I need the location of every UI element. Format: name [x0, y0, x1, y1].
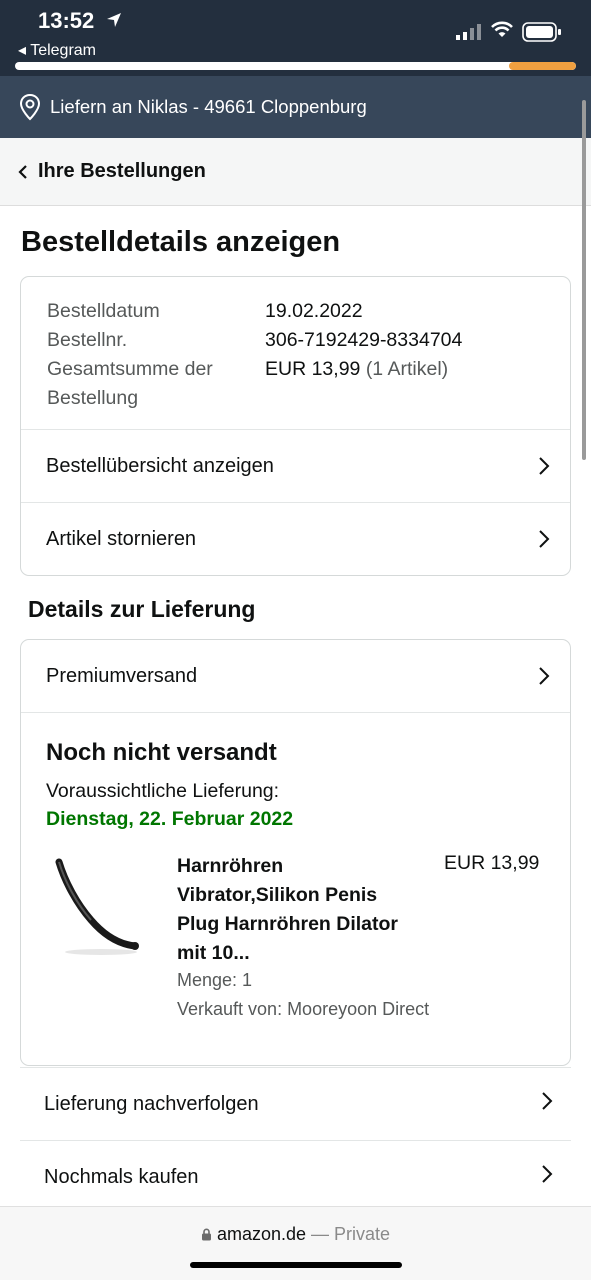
scrollbar[interactable]: [582, 100, 586, 460]
track-package-link[interactable]: Lieferung nachverfolgen: [20, 1067, 571, 1140]
buy-again-label: Nochmals kaufen: [44, 1165, 199, 1188]
home-indicator[interactable]: [190, 1262, 402, 1268]
breadcrumb[interactable]: Ihre Bestellungen: [0, 138, 591, 206]
shipment-card: Premiumversand Noch nicht versandt Vorau…: [20, 639, 571, 1066]
order-info: Bestelldatum 19.02.2022 Bestellnr. 306-7…: [47, 297, 462, 413]
eta-date: Dienstag, 22. Februar 2022: [46, 808, 294, 830]
private-mode-label: — Private: [311, 1224, 391, 1244]
product-title-link[interactable]: Harnröhren Vibrator,Silikon Penis Plug H…: [177, 852, 417, 968]
location-arrow-icon: [106, 12, 122, 33]
order-date-label: Bestelldatum: [47, 300, 160, 322]
view-order-summary-link[interactable]: Bestellübersicht anzeigen: [21, 429, 570, 502]
shipping-method-label: Premiumversand: [46, 664, 198, 687]
cancel-items-link[interactable]: Artikel stornieren: [21, 502, 570, 575]
address-domain: amazon.de: [216, 1224, 307, 1244]
shipping-method-link[interactable]: Premiumversand: [21, 640, 570, 713]
chevron-left-icon: [18, 164, 28, 179]
order-number-label: Bestellnr.: [47, 329, 128, 351]
delivery-location-text: Liefern an Niklas - 49661 Cloppenburg: [50, 96, 367, 117]
shipment-status: Noch nicht versandt: [46, 739, 277, 766]
product-seller: Verkauft von: Mooreyoon Direct: [177, 999, 430, 1019]
chevron-right-icon: [541, 1164, 553, 1190]
order-total-value: EUR 13,99: [265, 358, 361, 380]
page-load-progress: [15, 62, 576, 70]
delivery-details-title: Details zur Lieferung: [28, 596, 256, 622]
progress-fill: [508, 62, 576, 70]
order-number-value: 306-7192429-8334704: [265, 329, 463, 351]
cancel-items-label: Artikel stornieren: [46, 527, 197, 550]
address-bar[interactable]: amazon.de — Private: [0, 1224, 591, 1245]
buy-again-link[interactable]: Nochmals kaufen: [20, 1140, 571, 1213]
status-bar: 13:52 ◂ Telegram: [0, 0, 591, 76]
eta-label: Voraussichtliche Lieferung:: [46, 780, 280, 802]
back-to-app-link[interactable]: ◂ Telegram: [18, 40, 96, 60]
wifi-icon: [490, 20, 514, 43]
location-pin-icon: [18, 93, 42, 121]
product-price: EUR 13,99: [444, 852, 540, 874]
cellular-signal-icon: [456, 24, 482, 45]
order-date-value: 19.02.2022: [265, 300, 363, 322]
chevron-right-icon: [538, 529, 550, 549]
chevron-right-icon: [538, 456, 550, 476]
order-total-label-cont: Bestellung: [47, 387, 139, 409]
battery-icon: [522, 22, 562, 47]
page-title: Bestelldetails anzeigen: [21, 226, 341, 258]
lock-icon: [201, 1224, 217, 1244]
view-order-summary-label: Bestellübersicht anzeigen: [46, 454, 274, 477]
status-time: 13:52: [38, 8, 95, 33]
chevron-right-icon: [538, 666, 550, 686]
browser-bottom-bar: amazon.de — Private: [0, 1206, 591, 1280]
order-total-label: Gesamtsumme der: [47, 358, 213, 380]
order-info-card: Bestelldatum 19.02.2022 Bestellnr. 306-7…: [20, 276, 571, 576]
order-item-count: (1 Artikel): [365, 358, 449, 380]
product-image[interactable]: [51, 852, 151, 960]
product-quantity: Menge: 1: [177, 970, 253, 990]
track-package-label: Lieferung nachverfolgen: [44, 1092, 259, 1115]
delivery-location-bar[interactable]: Liefern an Niklas - 49661 Cloppenburg: [0, 76, 591, 138]
breadcrumb-label: Ihre Bestellungen: [38, 160, 206, 182]
chevron-right-icon: [541, 1091, 553, 1117]
